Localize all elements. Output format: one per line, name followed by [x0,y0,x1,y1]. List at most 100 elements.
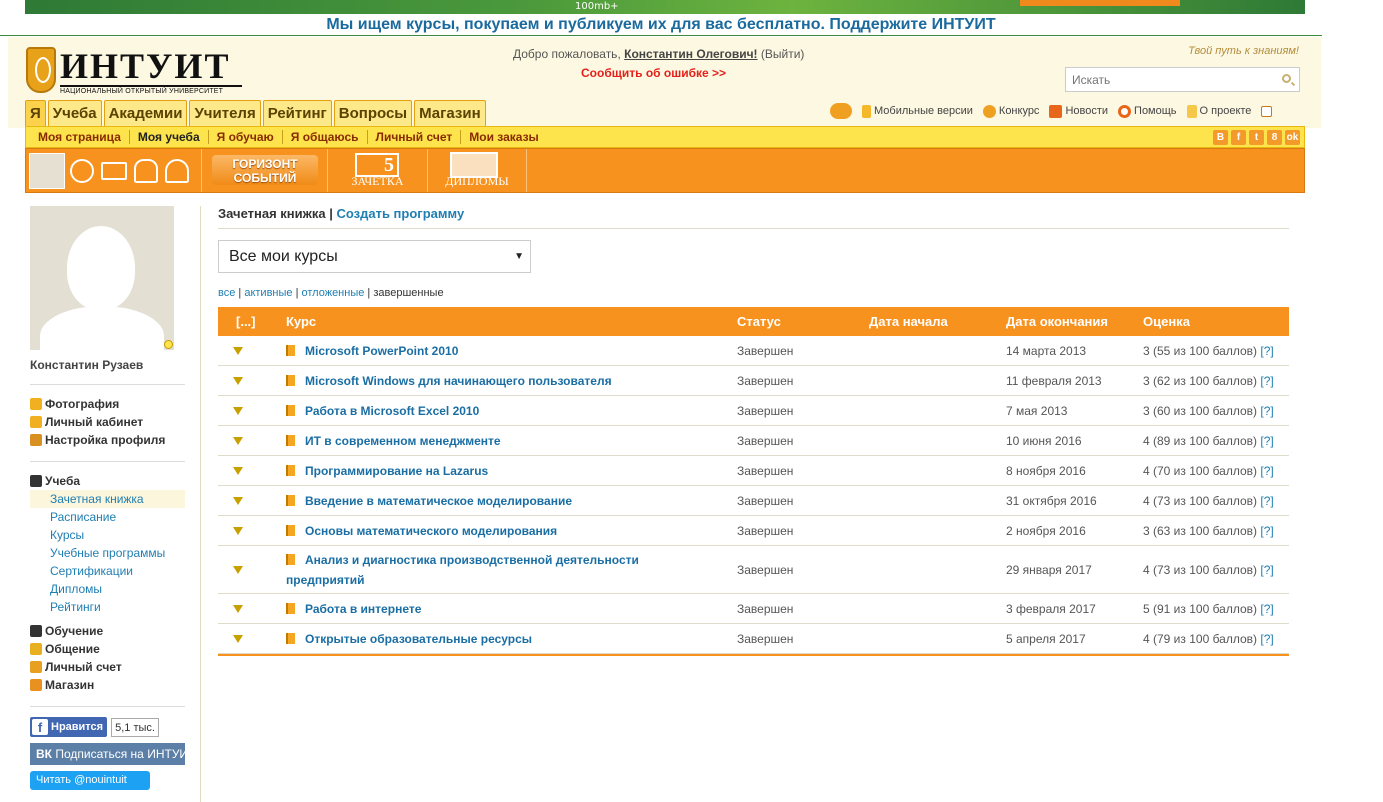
help-link[interactable]: Помощь [1118,104,1177,118]
subnav-i-teach[interactable]: Я обучаю [209,130,283,144]
expand-triangle-icon[interactable] [233,436,243,445]
header-course[interactable]: Курс [286,314,737,329]
grade-help-link[interactable]: [?] [1260,563,1273,577]
sidebar-item-programs[interactable]: Учебные программы [30,544,200,562]
banner-button[interactable] [1020,0,1180,6]
report-error-link[interactable]: Сообщить об ошибке >> [581,66,726,80]
events-horizon-button[interactable]: ГОРИЗОНТ СОБЫТИЙ [201,149,327,192]
expand-triangle-icon[interactable] [233,406,243,415]
facebook-icon[interactable]: f [1231,130,1246,145]
sidebar-item-ratings[interactable]: Рейтинги [30,598,200,616]
create-program-link[interactable]: Создать программу [336,206,464,221]
sidebar-item-shop[interactable]: Магазин [30,676,200,694]
site-logo[interactable]: ИНТУИТ НАЦИОНАЛЬНЫЙ ОТКРЫТЫЙ УНИВЕРСИТЕТ [26,46,246,95]
vk-subscribe-button[interactable]: ВК Подписаться на ИНТУИТ [30,743,185,765]
chat-icon[interactable] [830,103,852,119]
friends-icon[interactable] [134,159,158,183]
header-grade[interactable]: Оценка [1143,314,1289,329]
course-title-link[interactable]: ИТ в современном менеджменте [305,434,501,448]
user-name-link[interactable]: Константин Олеговичǃ [624,47,757,61]
sidebar-item-cabinet[interactable]: Личный кабинет [30,413,200,431]
tab-teachers[interactable]: Учителя [189,100,261,126]
google-plus-icon[interactable]: 8 [1267,130,1282,145]
grade-help-link[interactable]: [?] [1260,344,1273,358]
grade-help-link[interactable]: [?] [1260,524,1273,538]
filter-active[interactable]: активные [244,287,292,299]
tab-shop[interactable]: Магазин [414,100,486,126]
sidebar-item-photo[interactable]: Фотография [30,395,200,413]
course-title-link[interactable]: Открытые образовательные ресурсы [305,632,532,646]
alarm-clock-icon[interactable] [70,159,94,183]
tab-rating[interactable]: Рейтинг [262,100,332,126]
subnav-i-communicate[interactable]: Я общаюсь [283,130,368,144]
sidebar-item-certifications[interactable]: Сертификации [30,562,200,580]
expand-triangle-icon[interactable] [233,565,243,574]
mobile-link[interactable]: Мобильные версии [862,104,973,118]
subnav-my-orders[interactable]: Мои заказы [461,130,547,144]
course-title-link[interactable]: Microsoft Windows для начинающего пользо… [305,374,612,388]
tab-academies[interactable]: Академии [103,100,188,126]
expand-triangle-icon[interactable] [233,466,243,475]
mail-icon[interactable] [101,162,127,180]
course-title-link[interactable]: Введение в математическое моделирование [305,494,572,508]
expand-triangle-icon[interactable] [233,634,243,643]
top-ad-banner[interactable]: 100mb+ [25,0,1305,14]
sidebar-item-teaching[interactable]: Обучение [30,622,200,640]
odnoklassniki-icon[interactable]: ok [1285,130,1300,145]
sitemap-icon[interactable] [1261,105,1273,117]
contest-link[interactable]: Конкурс [982,104,1039,118]
sidebar-item-diplomas[interactable]: Дипломы [30,580,200,598]
bell-icon[interactable] [165,159,189,183]
logout-link[interactable]: Выйти [765,47,801,61]
course-title-link[interactable]: Microsoft PowerPoint 2010 [305,344,458,358]
expand-triangle-icon[interactable] [233,526,243,535]
grade-help-link[interactable]: [?] [1260,374,1273,388]
course-title-link[interactable]: Программирование на Lazarus [305,464,488,478]
grade-help-link[interactable]: [?] [1260,602,1273,616]
subnav-my-page[interactable]: Моя страница [30,130,130,144]
about-link[interactable]: О проекте [1186,104,1251,118]
grade-help-link[interactable]: [?] [1260,464,1273,478]
gradebook-button[interactable]: 5 ЗАЧЕТКА [327,149,427,192]
profile-photo[interactable] [30,206,174,350]
expand-triangle-icon[interactable] [233,604,243,613]
sidebar-item-study[interactable]: Учеба [30,472,200,490]
header-end-date[interactable]: Дата окончания [1006,314,1143,329]
search-input[interactable] [1066,68,1266,91]
vk-icon[interactable]: В [1213,130,1228,145]
grade-help-link[interactable]: [?] [1260,404,1273,418]
grade-help-link[interactable]: [?] [1260,434,1273,448]
sidebar-item-courses[interactable]: Курсы [30,526,200,544]
course-title-link[interactable]: Работа в интернете [305,602,421,616]
twitter-follow-button[interactable]: Читать @nouintuit [30,771,150,790]
twitter-icon[interactable]: t [1249,130,1264,145]
avatar[interactable] [29,153,65,189]
sidebar-item-communication[interactable]: Общение [30,640,200,658]
subnav-my-study[interactable]: Моя учеба [130,130,209,144]
filter-all[interactable]: все [218,287,235,299]
grade-help-link[interactable]: [?] [1260,632,1273,646]
course-title-link[interactable]: Основы математического моделирования [305,524,557,538]
lightbulb-icon[interactable] [164,340,173,349]
diplomas-button[interactable]: ДИПЛОМЫ [427,149,527,192]
courses-filter-select[interactable]: Все мои курсы ▼ [218,240,531,273]
tab-study[interactable]: Учеба [47,100,102,126]
course-title-link[interactable]: Работа в Microsoft Excel 2010 [305,404,479,418]
tab-me[interactable]: Я [25,100,46,126]
news-link[interactable]: Новости [1049,104,1108,118]
expand-triangle-icon[interactable] [233,376,243,385]
header-start-date[interactable]: Дата начала [869,314,1006,329]
header-expand[interactable]: [...] [218,314,286,329]
course-title-link[interactable]: Анализ и диагностика производственной де… [286,553,639,587]
search-icon[interactable] [1282,74,1291,83]
subnav-account[interactable]: Личный счет [368,130,462,144]
grade-help-link[interactable]: [?] [1260,494,1273,508]
sidebar-item-gradebook[interactable]: Зачетная книжка [30,490,185,508]
expand-triangle-icon[interactable] [233,346,243,355]
filter-postponed[interactable]: отложенные [302,287,365,299]
expand-triangle-icon[interactable] [233,496,243,505]
sidebar-item-schedule[interactable]: Расписание [30,508,200,526]
facebook-like-button[interactable]: f Нравится [30,717,108,737]
sidebar-item-account[interactable]: Личный счет [30,658,200,676]
tab-questions[interactable]: Вопросы [333,100,413,126]
